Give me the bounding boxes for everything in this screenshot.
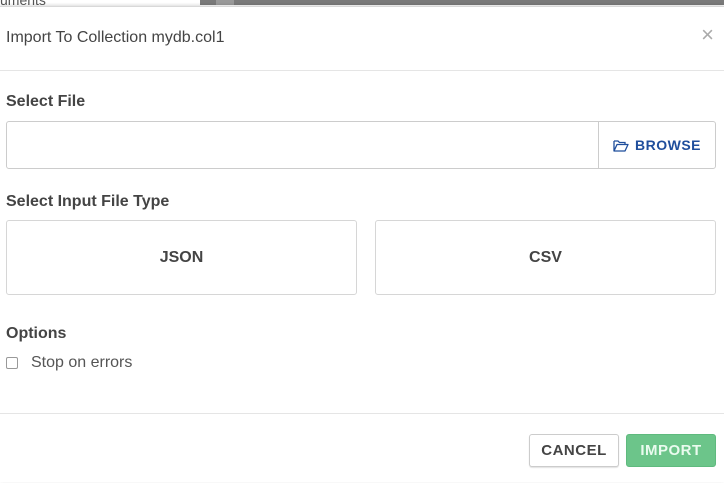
select-file-label: Select File	[6, 93, 86, 110]
json-type-option[interactable]: JSON	[6, 220, 357, 295]
modal-title: Import To Collection mydb.col1	[6, 29, 225, 46]
stop-on-errors-label: Stop on errors	[31, 354, 133, 371]
browse-button[interactable]: BROWSE	[598, 121, 716, 169]
background-tab	[216, 0, 234, 5]
file-type-label: Select Input File Type	[6, 193, 170, 210]
browse-label: BROWSE	[635, 137, 701, 153]
modal-header: Import To Collection mydb.col1 ×	[0, 7, 724, 71]
stop-on-errors-row: Stop on errors	[6, 354, 132, 372]
import-button[interactable]: IMPORT	[626, 434, 716, 467]
cancel-button[interactable]: CANCEL	[529, 434, 619, 467]
csv-type-option[interactable]: CSV	[375, 220, 716, 295]
background-toolbar	[200, 0, 724, 5]
stop-on-errors-checkbox[interactable]	[6, 357, 18, 369]
file-input-group: BROWSE	[6, 121, 716, 169]
file-path-input[interactable]	[6, 121, 599, 169]
modal-footer: CANCEL IMPORT	[0, 413, 724, 483]
import-modal: Import To Collection mydb.col1 × Select …	[0, 6, 724, 482]
json-type-label: JSON	[159, 248, 204, 266]
close-icon[interactable]: ×	[701, 24, 714, 46]
folder-open-icon	[613, 139, 629, 152]
csv-type-label: CSV	[529, 248, 562, 266]
options-label: Options	[6, 325, 67, 342]
